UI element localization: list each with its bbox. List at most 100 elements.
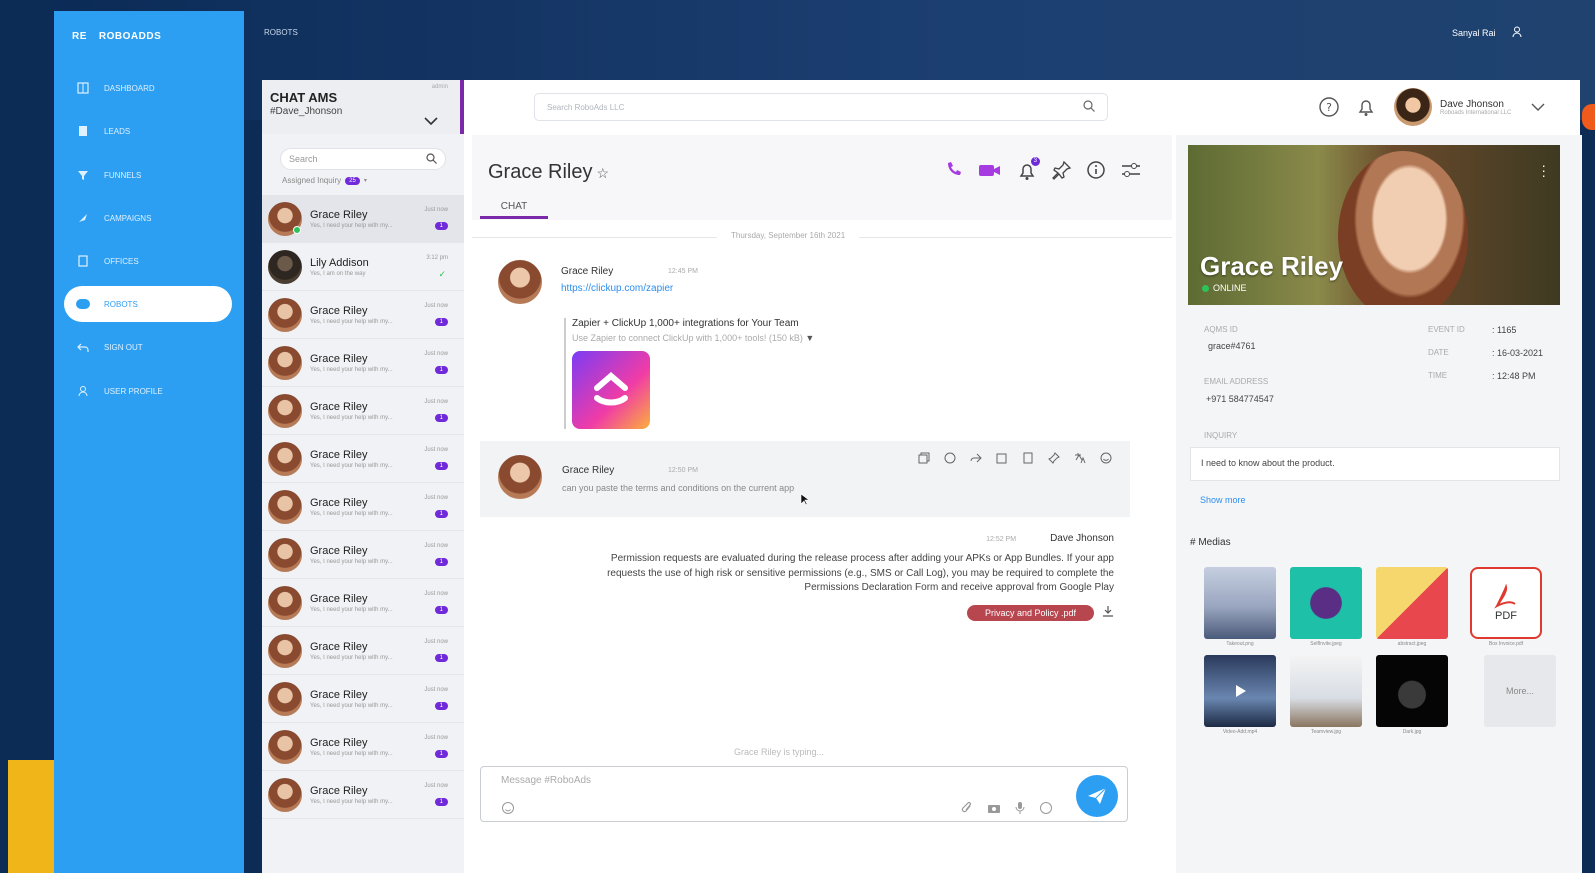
decorative-block <box>8 760 54 873</box>
chat-list-header[interactable]: CHAT AMS #Dave_Jhonson admin <box>262 80 464 134</box>
microphone-icon[interactable] <box>1015 801 1025 820</box>
nav-offices[interactable]: OFFICES <box>64 243 232 279</box>
star-icon[interactable]: ☆ <box>596 165 609 181</box>
search-icon[interactable] <box>1083 100 1095 114</box>
rocket-icon <box>76 211 90 225</box>
edit-icon[interactable] <box>996 451 1008 469</box>
info-icon[interactable] <box>1086 160 1106 185</box>
top-user[interactable]: Sanyal Rai <box>1452 26 1522 39</box>
attachment-chip[interactable]: Privacy and Policy .pdf <box>966 604 1094 621</box>
nav-user-profile[interactable]: USER PROFILE <box>64 373 232 409</box>
message-input[interactable]: Message #RoboAds <box>501 775 591 786</box>
undo-icon <box>76 340 90 354</box>
avatar[interactable] <box>498 455 542 499</box>
show-more-link[interactable]: Show more <box>1200 495 1246 505</box>
unread-badge: 1 <box>434 222 448 230</box>
side-tab[interactable] <box>1582 104 1595 130</box>
emoji-react-icon[interactable] <box>944 451 956 469</box>
chat-list-item[interactable]: Grace Riley Yes, I need your help with my… <box>262 387 464 435</box>
nav-campaigns[interactable]: CAMPAIGNS <box>64 200 232 236</box>
chat-list-item[interactable]: Grace Riley Yes, I need your help with my… <box>262 483 464 531</box>
pin-icon[interactable] <box>1048 451 1060 469</box>
assigned-filter[interactable]: Assigned Inquiry 25 ▾ <box>282 176 444 185</box>
pin-icon[interactable] <box>1052 160 1072 185</box>
online-indicator <box>293 225 301 234</box>
outgoing-message[interactable]: 12:52 PM Dave Jhonson Permission requests… <box>574 533 1114 622</box>
send-button[interactable] <box>1076 775 1118 817</box>
unread-badge: 1 <box>434 558 448 566</box>
media-thumb[interactable] <box>1290 655 1362 727</box>
nav-funnels[interactable]: FUNNELS <box>64 157 232 193</box>
chat-list-item[interactable]: Grace Riley Yes, I need your help with my… <box>262 579 464 627</box>
bookmark-icon[interactable] <box>1022 451 1034 469</box>
global-search-input[interactable]: Search RoboAds LLC <box>534 93 1108 121</box>
chat-list-item[interactable]: Grace Riley Yes, I need your help with my… <box>262 627 464 675</box>
conversation-header: Grace Riley ☆ 3 CHAT <box>472 135 1172 220</box>
nav-robots[interactable]: ROBOTS <box>64 286 232 322</box>
profile-panel: Grace Riley ONLINE · · · AQMS ID grace#476… <box>1176 135 1582 873</box>
media-thumb[interactable] <box>1376 567 1448 639</box>
media-thumb[interactable] <box>1204 567 1276 639</box>
download-icon[interactable] <box>1102 604 1114 622</box>
unread-badge: 1 <box>434 702 448 710</box>
media-thumb[interactable] <box>1376 655 1448 727</box>
header-user-menu[interactable]: Dave Jhonson Roboads International LLC <box>1394 88 1545 126</box>
message-composer[interactable]: Message #RoboAds <box>480 766 1128 822</box>
emoji-icon[interactable] <box>501 801 515 820</box>
chat-list-item[interactable]: Grace Riley Yes, I need your help with my… <box>262 435 464 483</box>
settings-sliders-icon[interactable] <box>1120 160 1142 185</box>
message-time: 12:52 PM <box>986 536 1017 543</box>
chat-list-item[interactable]: Grace Riley Yes, I need your help with my… <box>262 339 464 387</box>
profile-photo: Grace Riley ONLINE · · · <box>1188 145 1560 305</box>
unread-badge: 1 <box>434 414 448 422</box>
bell-icon[interactable] <box>1356 96 1376 123</box>
brand-logo[interactable]: RE ROBOADDS <box>72 31 161 42</box>
message-text: can you paste the terms and conditions o… <box>562 483 795 493</box>
notification-bell-icon[interactable]: 3 <box>1016 157 1040 186</box>
more-media-button[interactable]: More... <box>1484 655 1556 727</box>
pdf-file-icon[interactable]: PDF <box>1470 567 1542 639</box>
avatar[interactable] <box>498 260 542 304</box>
nav-sign-out[interactable]: SIGN OUT <box>64 329 232 365</box>
breadcrumb: ROBOTS <box>264 28 298 37</box>
message-sender: Grace Riley <box>561 266 614 277</box>
phone-icon[interactable] <box>944 160 964 185</box>
caret-down-icon[interactable]: ▼ <box>805 333 814 343</box>
more-vertical-icon[interactable]: · · · <box>1541 158 1546 182</box>
media-thumb[interactable] <box>1290 567 1362 639</box>
video-icon[interactable] <box>978 160 1002 185</box>
forward-icon[interactable] <box>970 451 982 469</box>
chat-list-item[interactable]: Grace Riley Yes, I need your help with my… <box>262 723 464 771</box>
message-bubble[interactable]: Grace Riley 12:50 PM can you paste the t… <box>480 441 1130 517</box>
chat-list-item[interactable]: Grace Riley Yes, I need your help with my… <box>262 771 464 819</box>
chat-list-item[interactable]: Lily Addison Yes, I am on the way 3:12 pm ✓ <box>262 243 464 291</box>
sticker-icon[interactable] <box>1039 801 1053 820</box>
chat-time: Just now <box>424 639 448 645</box>
nav-dashboard[interactable]: DASHBOARD <box>64 70 232 106</box>
message-link[interactable]: https://clickup.com/zapier <box>561 283 673 294</box>
chat-search-input[interactable]: Search <box>280 148 446 170</box>
search-icon[interactable] <box>426 152 437 166</box>
chevron-down-icon: ▾ <box>363 178 367 184</box>
camera-icon[interactable] <box>987 801 1001 820</box>
chat-list: Grace Riley Yes, I need your help with my… <box>262 195 464 819</box>
unread-badge: 1 <box>434 798 448 806</box>
tab-chat[interactable]: CHAT <box>480 199 548 219</box>
chat-time: Just now <box>424 687 448 693</box>
attach-icon[interactable] <box>961 801 973 820</box>
chat-list-item[interactable]: Grace Riley Yes, I need your help with my… <box>262 291 464 339</box>
translate-icon[interactable] <box>1074 451 1086 469</box>
video-thumb[interactable] <box>1204 655 1276 727</box>
chat-list-item[interactable]: Grace Riley Yes, I need your help with my… <box>262 675 464 723</box>
smile-icon[interactable] <box>1100 451 1112 469</box>
send-icon <box>1088 787 1107 804</box>
chat-list-item[interactable]: Grace Riley Yes, I need your help with my… <box>262 531 464 579</box>
copy-icon[interactable] <box>918 451 930 469</box>
link-preview-card[interactable]: Zapier + ClickUp 1,000+ integrations for… <box>564 318 944 429</box>
help-icon[interactable]: ? <box>1318 96 1340 123</box>
chevron-down-icon[interactable] <box>1531 98 1545 116</box>
avatar <box>1394 88 1432 126</box>
nav-leads[interactable]: LEADS <box>64 113 232 149</box>
chat-list-item[interactable]: Grace Riley Yes, I need your help with my… <box>262 195 464 243</box>
chevron-down-icon[interactable] <box>424 112 438 130</box>
